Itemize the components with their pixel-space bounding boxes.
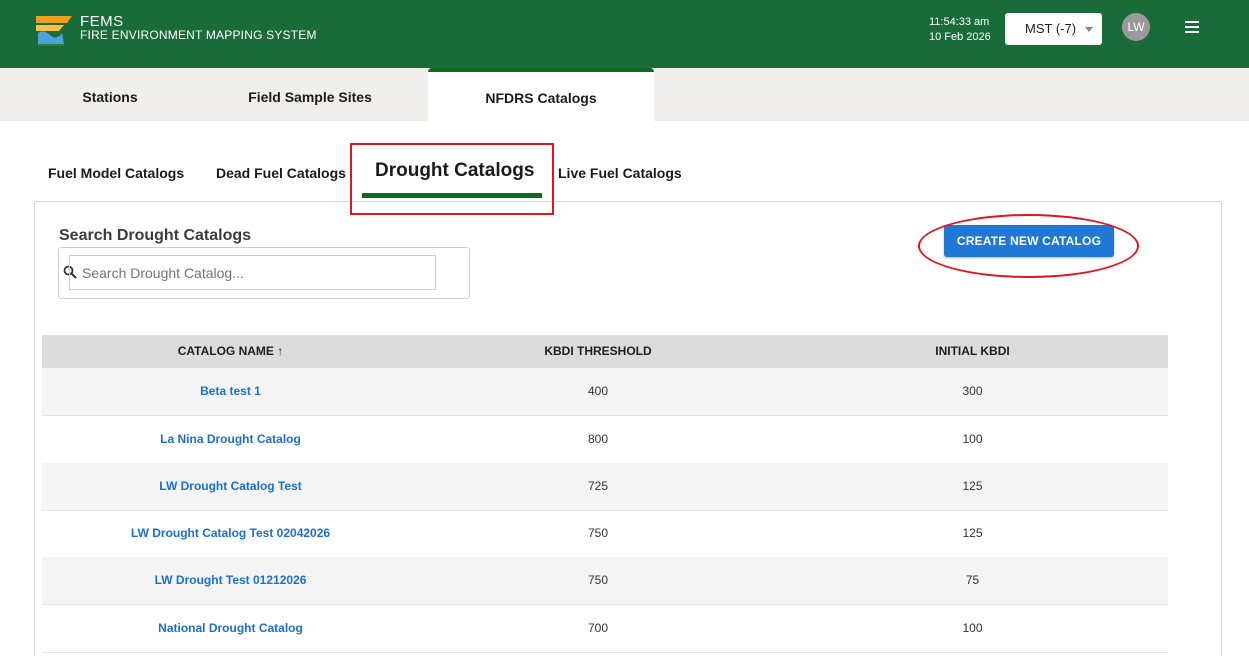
brand: FEMS FIRE ENVIRONMENT MAPPING SYSTEM <box>80 14 317 42</box>
table-row: National Drought Catalog 700 100 <box>42 605 1168 653</box>
kbdi-threshold-cell: 750 <box>587 573 609 587</box>
tab-stations[interactable]: Stations <box>40 68 180 121</box>
table-row: Beta test 1 400 300 <box>42 368 1168 416</box>
highlight-box <box>350 143 554 215</box>
table-row: LW Drought Catalog Test 02042026 750 125 <box>42 510 1168 558</box>
kbdi-threshold-cell: 700 <box>587 621 609 635</box>
tab-nfdrs-catalogs[interactable]: NFDRS Catalogs <box>428 68 654 121</box>
table-header: CATALOG NAME ↑ KBDI THRESHOLD INITIAL KB… <box>42 335 1168 368</box>
timezone-value: MST (-7) <box>1025 21 1077 36</box>
catalog-name-link[interactable]: LW Drought Catalog Test <box>42 463 419 510</box>
search-input[interactable] <box>69 255 436 290</box>
current-time: 11:54:33 am <box>929 16 990 28</box>
search-title: Search Drought Catalogs <box>59 227 252 244</box>
initial-kbdi-cell: 75 <box>965 573 980 587</box>
column-header-kbdi-threshold[interactable]: KBDI THRESHOLD <box>419 335 777 368</box>
kbdi-threshold-cell: 750 <box>587 526 609 540</box>
initial-kbdi-cell: 100 <box>962 432 983 446</box>
kbdi-threshold-cell: 800 <box>587 432 609 446</box>
app-header: FEMS FIRE ENVIRONMENT MAPPING SYSTEM 11:… <box>0 0 1249 68</box>
clock: 11:54:33 am 10 Feb 2026 <box>929 15 991 45</box>
initial-kbdi-cell: 300 <box>962 384 983 398</box>
kbdi-threshold-cell: 400 <box>587 384 609 398</box>
catalog-name-link[interactable]: National Drought Catalog <box>42 605 419 652</box>
highlight-ellipse <box>918 214 1139 278</box>
brand-acronym: FEMS <box>80 13 124 30</box>
catalog-name-link[interactable]: LW Drought Catalog Test 02042026 <box>42 510 419 557</box>
timezone-select[interactable]: MST (-7) <box>1005 13 1102 45</box>
subtab-fuel-model-catalogs[interactable]: Fuel Model Catalogs <box>48 165 184 181</box>
brand-full-name: FIRE ENVIRONMENT MAPPING SYSTEM <box>80 28 317 42</box>
user-avatar[interactable]: LW <box>1122 13 1150 41</box>
hamburger-menu-icon[interactable] <box>1185 21 1199 33</box>
table-row: La Nina Drought Catalog 800 100 <box>42 416 1168 464</box>
table-row: LW Drought Test 01212026 750 75 <box>42 557 1168 605</box>
initial-kbdi-cell: 125 <box>962 526 983 540</box>
kbdi-threshold-cell: 725 <box>587 479 609 493</box>
fems-logo-icon[interactable] <box>34 13 74 47</box>
catalog-name-link[interactable]: La Nina Drought Catalog <box>42 416 419 463</box>
tab-field-sample-sites[interactable]: Field Sample Sites <box>225 68 395 121</box>
initial-kbdi-cell: 125 <box>962 479 983 493</box>
initial-kbdi-cell: 100 <box>962 621 983 635</box>
chevron-down-icon <box>1085 27 1093 32</box>
catalog-name-link[interactable]: Beta test 1 <box>42 368 419 415</box>
table-row: LW Drought Catalog Test 725 125 <box>42 463 1168 511</box>
current-date: 10 Feb 2026 <box>929 31 991 43</box>
column-header-initial-kbdi[interactable]: INITIAL KBDI <box>777 335 1168 368</box>
top-nav: Stations Field Sample Sites NFDRS Catalo… <box>0 68 1249 121</box>
subtab-dead-fuel-catalogs[interactable]: Dead Fuel Catalogs <box>216 165 346 181</box>
column-header-catalog-name[interactable]: CATALOG NAME ↑ <box>42 335 419 368</box>
subtab-live-fuel-catalogs[interactable]: Live Fuel Catalogs <box>558 165 682 181</box>
catalog-name-link[interactable]: LW Drought Test 01212026 <box>42 557 419 604</box>
